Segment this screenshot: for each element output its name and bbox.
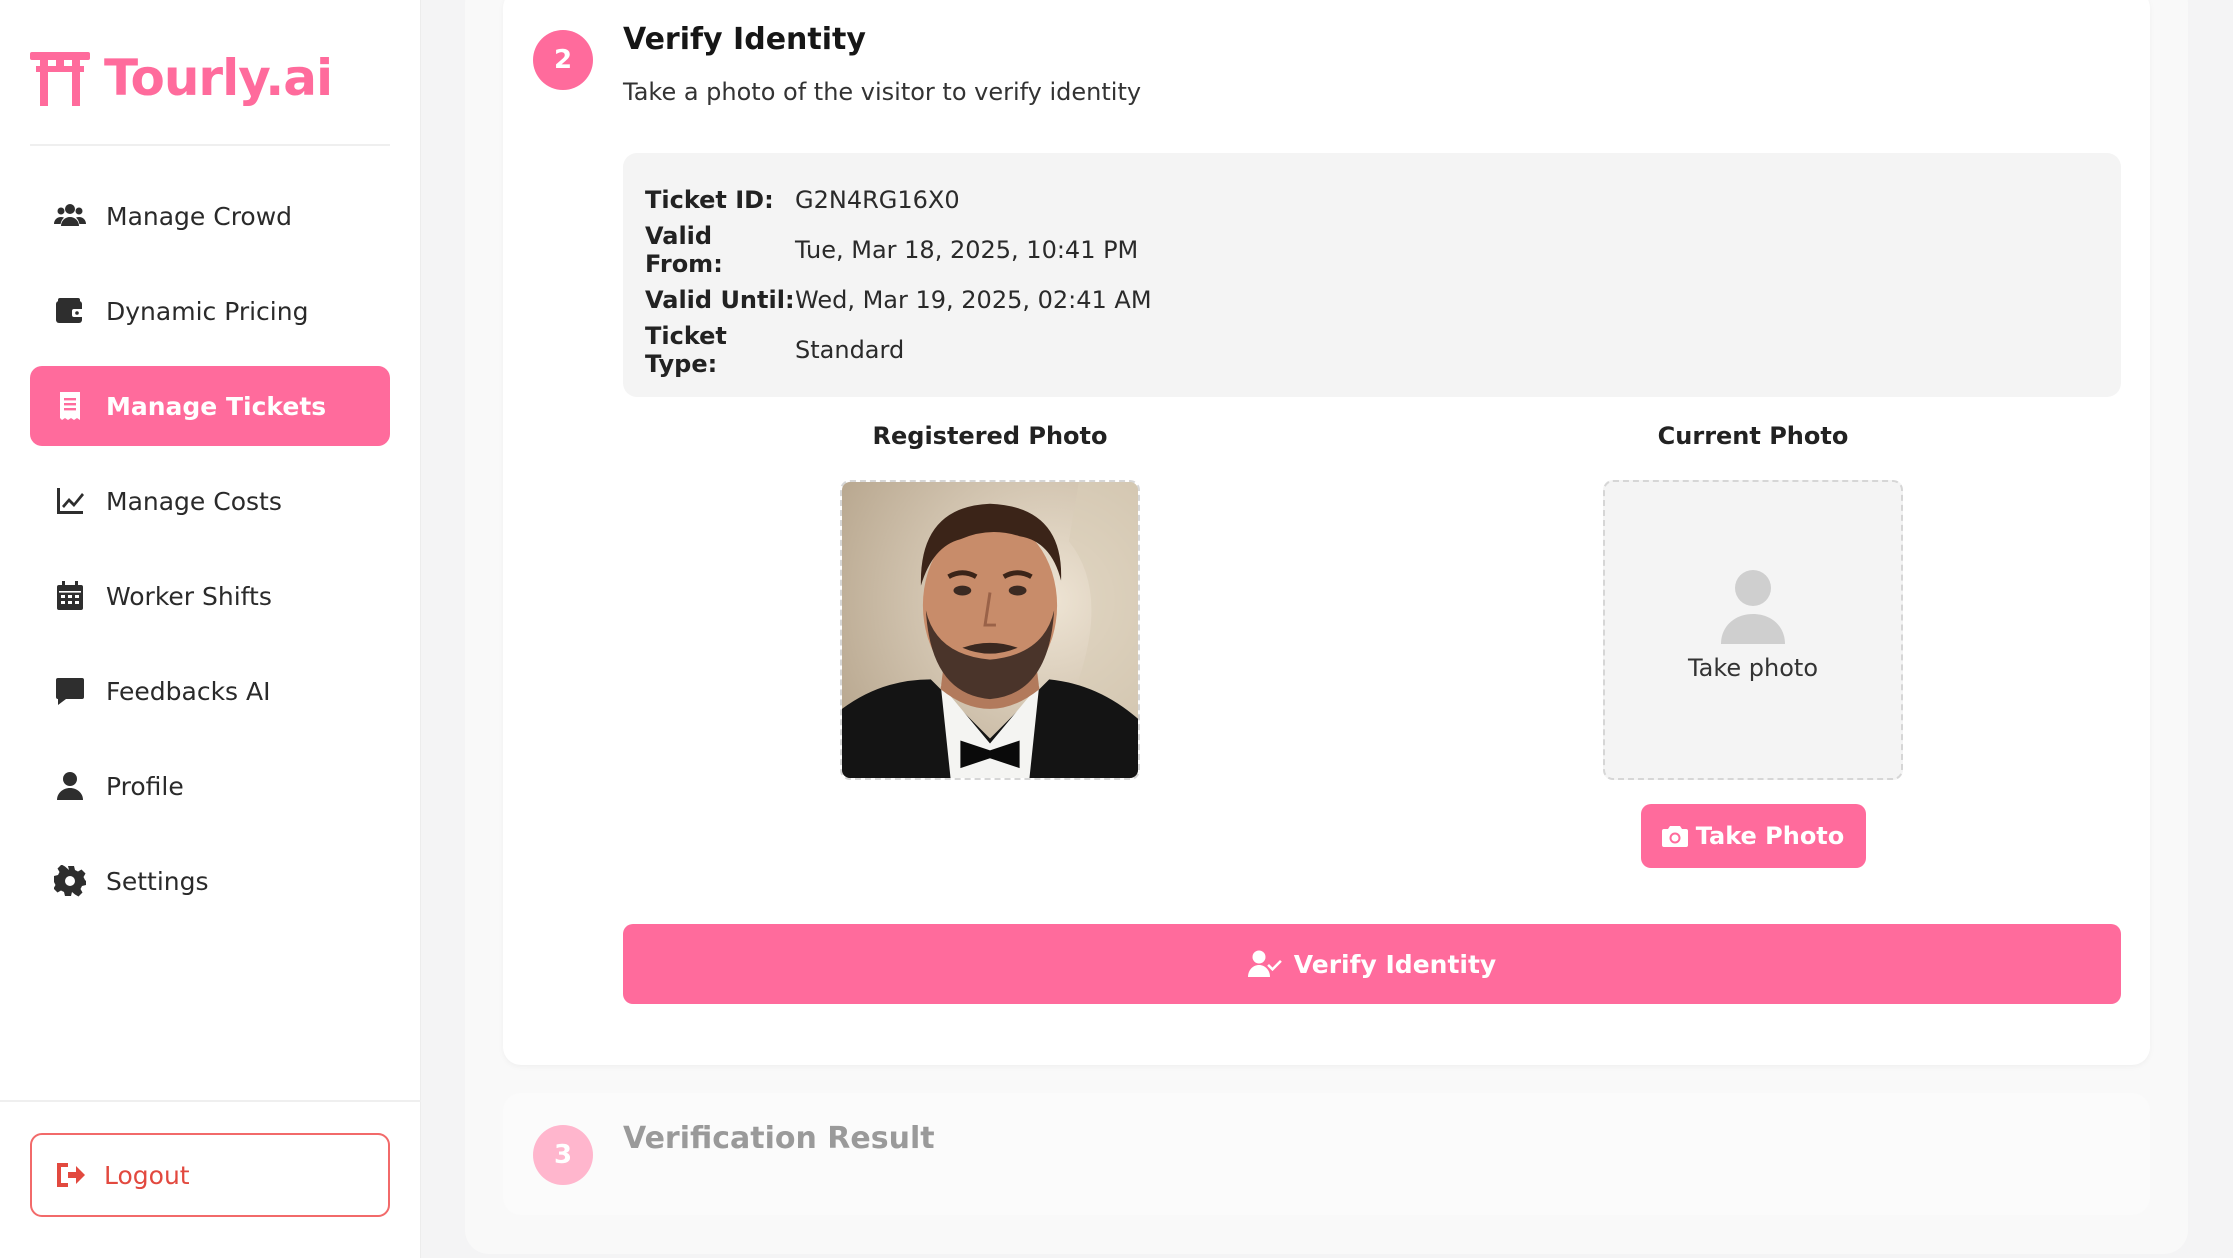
step-verification-result: 3 Verification Result bbox=[503, 1093, 2150, 1215]
sidebar-nav: Manage Crowd Dynamic Pricing Manage Tick… bbox=[30, 176, 390, 936]
valid-until-label: Valid Until: bbox=[645, 286, 795, 314]
sidebar-item-label: Settings bbox=[106, 866, 209, 896]
user-icon bbox=[52, 768, 88, 804]
sidebar-item-manage-tickets[interactable]: Manage Tickets bbox=[30, 366, 390, 446]
ticket-type-label: Ticket Type: bbox=[645, 322, 727, 378]
sidebar-item-manage-costs[interactable]: Manage Costs bbox=[30, 461, 390, 541]
line-chart-icon bbox=[52, 483, 88, 519]
sidebar-item-profile[interactable]: Profile bbox=[30, 746, 390, 826]
gear-icon bbox=[52, 863, 88, 899]
sidebar-item-label: Manage Crowd bbox=[106, 201, 293, 231]
sidebar-item-settings[interactable]: Settings bbox=[30, 841, 390, 921]
torii-gate-icon bbox=[30, 52, 90, 106]
wallet-icon bbox=[52, 293, 88, 329]
valid-from-label: Valid From: bbox=[645, 222, 723, 278]
take-photo-placeholder-text: Take photo bbox=[1687, 654, 1819, 682]
sidebar-item-label: Worker Shifts bbox=[106, 581, 272, 611]
verify-identity-button[interactable]: Verify Identity bbox=[623, 924, 2121, 1004]
sidebar-item-label: Feedbacks AI bbox=[106, 676, 271, 706]
brand-name: Tourly.ai bbox=[104, 49, 333, 107]
registered-photo-column: Registered Photo bbox=[840, 422, 1140, 780]
ticket-id-value: G2N4RG16X0 bbox=[795, 186, 960, 214]
step-number: 3 bbox=[533, 1125, 593, 1185]
take-photo-button-label: Take Photo bbox=[1695, 822, 1845, 850]
valid-until-row: Valid Until: Wed, Mar 19, 2025, 02:41 AM bbox=[645, 275, 2099, 325]
take-photo-button[interactable]: Take Photo bbox=[1640, 804, 1866, 868]
valid-until-value: Wed, Mar 19, 2025, 02:41 AM bbox=[795, 286, 1152, 314]
registered-photo-title: Registered Photo bbox=[872, 422, 1108, 450]
step-verify-identity: 2 Verify Identity Take a photo of the vi… bbox=[503, 0, 2150, 1065]
sidebar-item-label: Manage Costs bbox=[106, 486, 282, 516]
person-portrait-image bbox=[842, 482, 1138, 778]
logout-label: Logout bbox=[104, 1160, 190, 1190]
user-check-icon bbox=[1247, 950, 1282, 977]
ticket-info-box: Ticket ID: G2N4RG16X0 Valid From: Tue, M… bbox=[623, 153, 2121, 397]
valid-from-value: Tue, Mar 18, 2025, 10:41 PM bbox=[795, 236, 1139, 264]
ticket-type-row: Ticket Type: Standard bbox=[645, 322, 2099, 378]
sidebar-item-label: Dynamic Pricing bbox=[106, 296, 309, 326]
step-number: 2 bbox=[533, 30, 593, 90]
receipt-icon bbox=[52, 388, 88, 424]
sidebar-item-worker-shifts[interactable]: Worker Shifts bbox=[30, 556, 390, 636]
camera-icon bbox=[1661, 826, 1688, 847]
step-title: Verify Identity bbox=[623, 22, 866, 57]
calendar-icon bbox=[52, 578, 88, 614]
comment-icon bbox=[52, 673, 88, 709]
sidebar-item-label: Profile bbox=[106, 771, 184, 801]
logout-button[interactable]: Logout bbox=[30, 1133, 390, 1217]
sidebar-item-feedbacks-ai[interactable]: Feedbacks AI bbox=[30, 651, 390, 731]
ticket-id-label: Ticket ID: bbox=[645, 186, 774, 214]
sign-out-icon bbox=[57, 1163, 85, 1187]
sidebar: Tourly.ai Manage Crowd Dynamic Pricing M… bbox=[0, 0, 421, 1258]
current-photo-column: Current Photo Take photo Take Photo bbox=[1603, 422, 1903, 868]
divider bbox=[30, 144, 390, 146]
current-photo-title: Current Photo bbox=[1657, 422, 1849, 450]
users-icon bbox=[52, 198, 88, 234]
step-subtitle: Take a photo of the visitor to verify id… bbox=[623, 78, 1142, 106]
brand-logo[interactable]: Tourly.ai bbox=[30, 46, 333, 110]
divider bbox=[0, 1100, 421, 1102]
valid-from-row: Valid From: Tue, Mar 18, 2025, 10:41 PM bbox=[645, 222, 2099, 278]
ticket-id-row: Ticket ID: G2N4RG16X0 bbox=[645, 175, 2099, 225]
ticket-type-value: Standard bbox=[795, 336, 905, 364]
sidebar-item-label: Manage Tickets bbox=[106, 391, 327, 421]
verify-identity-button-label: Verify Identity bbox=[1293, 949, 1497, 979]
sidebar-item-manage-crowd[interactable]: Manage Crowd bbox=[30, 176, 390, 256]
current-photo-placeholder[interactable]: Take photo bbox=[1603, 480, 1903, 780]
user-placeholder-icon bbox=[1721, 570, 1785, 644]
registered-photo bbox=[840, 480, 1140, 780]
sidebar-item-dynamic-pricing[interactable]: Dynamic Pricing bbox=[30, 271, 390, 351]
step-title: Verification Result bbox=[623, 1121, 935, 1156]
